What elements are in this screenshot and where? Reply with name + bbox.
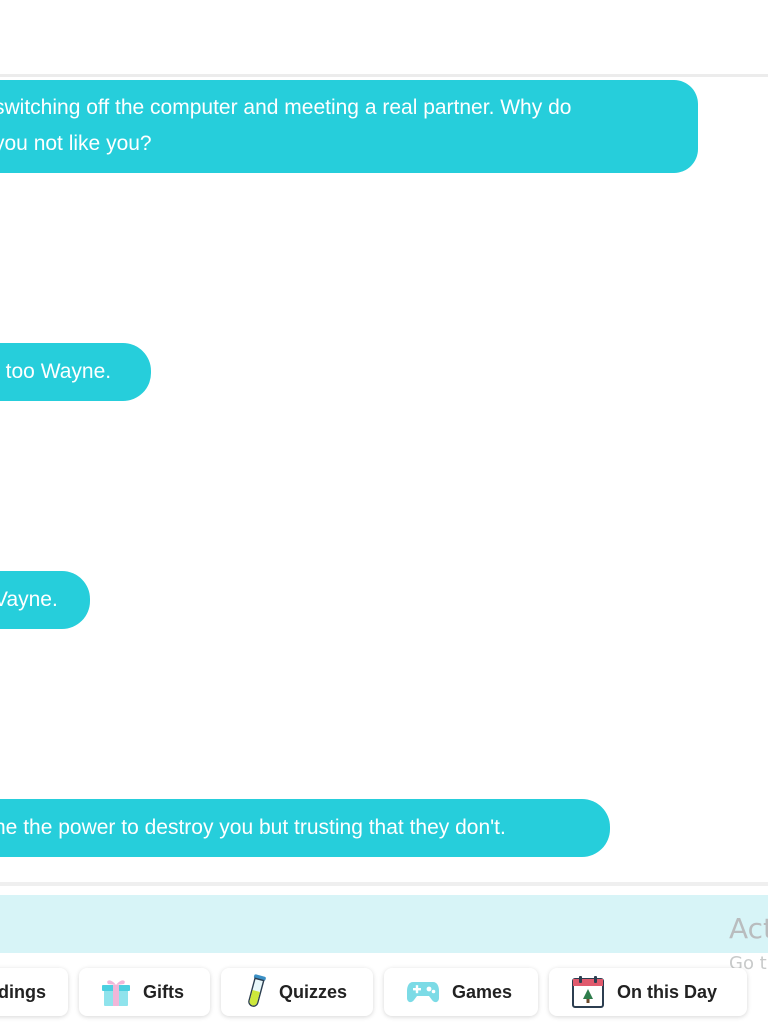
message-line: you not like you? — [0, 132, 152, 155]
tab-label: On this Day — [617, 981, 718, 1002]
message-text: t too Wayne. — [0, 360, 112, 383]
tab-label: Games — [452, 981, 513, 1002]
tab-gifts[interactable]: Gifts — [79, 968, 210, 1016]
tab-readings[interactable]: dings — [0, 968, 68, 1016]
divider — [0, 882, 768, 886]
gamepad-icon — [406, 978, 440, 1006]
bottom-tab-bar: dings Gifts Quizzes Games On this Day — [0, 966, 768, 1024]
tab-quizzes[interactable]: Quizzes — [221, 968, 373, 1016]
tab-on-this-day[interactable]: On this Day — [549, 968, 747, 1016]
chat-area[interactable]: switching off the computer and meeting a… — [0, 77, 768, 882]
tab-label: dings — [0, 981, 46, 1002]
message-text: ne the power to destroy you but trusting… — [0, 816, 506, 839]
tab-games[interactable]: Games — [384, 968, 538, 1016]
message-input[interactable] — [0, 895, 768, 953]
tab-label: Gifts — [143, 981, 185, 1002]
message-line: switching off the computer and meeting a… — [0, 96, 572, 119]
chat-message: t too Wayne. — [0, 343, 151, 401]
chat-message: switching off the computer and meeting a… — [0, 80, 698, 173]
tab-label: Quizzes — [279, 981, 348, 1002]
calendar-icon — [571, 975, 605, 1009]
test-tube-icon — [245, 974, 267, 1010]
activate-windows-watermark: Act — [729, 912, 768, 945]
chat-message: Vayne. — [0, 571, 90, 629]
message-text: Vayne. — [0, 588, 58, 611]
gift-icon — [101, 976, 131, 1008]
chat-message: ne the power to destroy you but trusting… — [0, 799, 610, 857]
top-header — [0, 0, 768, 77]
